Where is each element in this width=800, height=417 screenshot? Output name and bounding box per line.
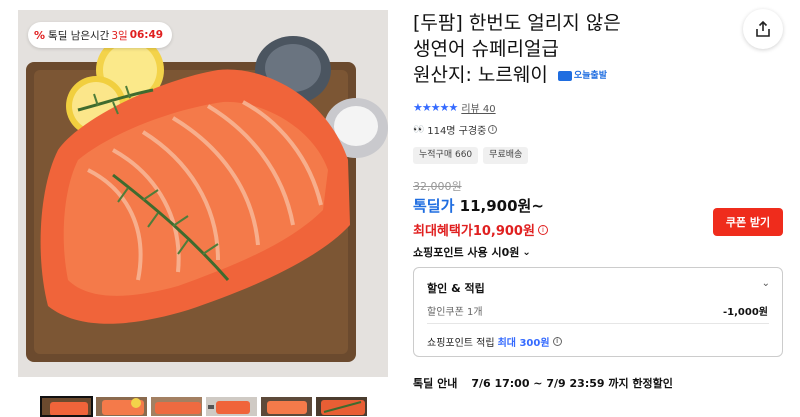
percent-icon: % [34,28,46,42]
deal-price-value: 11,900원~ [459,197,544,215]
rating[interactable]: ★★★★★ 리뷰 40 [413,100,496,115]
thumbnail[interactable] [150,396,203,417]
thumbnail[interactable] [205,396,258,417]
eyes-icon: 👀 [413,124,424,135]
max-benefit-price: 최대혜택가 10,900원 i [413,220,548,239]
chip-cumulative-purchase: 누적구매 660 [413,147,479,164]
discount-benefit-panel: 할인 & 적립 ⌄ 할인쿠폰 1개 -1,000원 쇼핑포인트 적립 최대 30… [413,267,783,357]
share-icon [756,20,770,37]
product-info: [두팜] 한번도 얼리지 않은 생연어 슈페리얼급 원산지: 노르웨이 오늘출발 [413,10,785,89]
info-icon[interactable]: i [488,125,498,134]
shopping-points-use-label: 쇼핑포인트 사용 시0원 [413,246,520,259]
shopping-points-use[interactable]: 쇼핑포인트 사용 시0원 ⌄ [413,244,531,260]
salmon-photo [18,10,388,377]
product-title-line3: 원산지: 노르웨이 [413,64,548,86]
points-earn-max: 최대 300원 [497,338,550,349]
coupon-label: 할인쿠폰 1개 [427,307,483,318]
delivery-tag: 오늘출발 [557,63,607,89]
get-coupon-button[interactable]: 쿠폰 받기 [713,208,783,236]
points-earn-label: 쇼핑포인트 적립 [427,338,495,349]
chevron-down-icon[interactable]: ⌄ [762,278,770,289]
product-chips: 누적구매 660 무료배송 [413,147,529,164]
deal-period: 톡딜 안내 7/6 17:00 ~ 7/9 23:59 까지 한정할인 [413,375,673,391]
delivery-tag-label: 오늘출발 [573,70,607,81]
product-title-line1: [두팜] 한번도 얼리지 않은 [413,12,621,34]
coupon-row: 할인쿠폰 1개 -1,000원 [427,303,768,318]
share-button[interactable] [743,9,783,49]
info-icon[interactable]: i [537,224,548,235]
original-price: 32,000원 [413,180,462,193]
thumbnail-strip [40,396,368,417]
max-benefit-label: 최대혜택가 [413,224,473,239]
thumbnail[interactable] [260,396,313,417]
deal-timer-label: 톡딜 남은시간 [48,29,110,42]
deal-timer-clock: 06:49 [129,29,164,41]
points-earn-row: 쇼핑포인트 적립 최대 300원 i [427,334,562,349]
review-count-link[interactable]: 리뷰 40 [461,100,495,115]
deal-period-label: 톡딜 안내 [413,377,458,390]
viewer-count-text: 114명 구경중 [427,126,487,137]
chevron-down-icon: ⌄ [522,246,531,258]
deal-timer-badge: % 톡딜 남은시간 3일 06:49 [28,22,173,48]
coupon-amount: -1,000원 [723,307,768,318]
info-icon[interactable]: i [552,337,562,346]
deal-price: 톡딜가 11,900원~ [413,195,544,216]
product-title-line2: 생연어 슈페리얼급 [413,38,559,60]
deal-timer-days: 3일 [111,29,128,42]
star-rating-icon: ★★★★★ [413,101,458,114]
product-title: [두팜] 한번도 얼리지 않은 생연어 슈페리얼급 원산지: 노르웨이 오늘출발 [413,10,785,89]
product-main-image[interactable]: % 톡딜 남은시간 3일 06:49 [18,10,388,377]
max-benefit-value: 10,900원 [472,224,535,239]
thumbnail[interactable] [315,396,368,417]
deal-period-value: 7/6 17:00 ~ 7/9 23:59 까지 한정할인 [471,377,673,390]
divider [427,323,769,324]
thumbnail[interactable] [95,396,148,417]
viewer-count: 👀 114명 구경중 i [413,122,498,137]
truck-icon [557,70,572,81]
chip-free-shipping: 무료배송 [483,147,529,164]
benefit-header: 할인 & 적립 [427,282,485,295]
deal-price-label: 톡딜가 [413,197,455,215]
thumbnail[interactable] [40,396,93,417]
